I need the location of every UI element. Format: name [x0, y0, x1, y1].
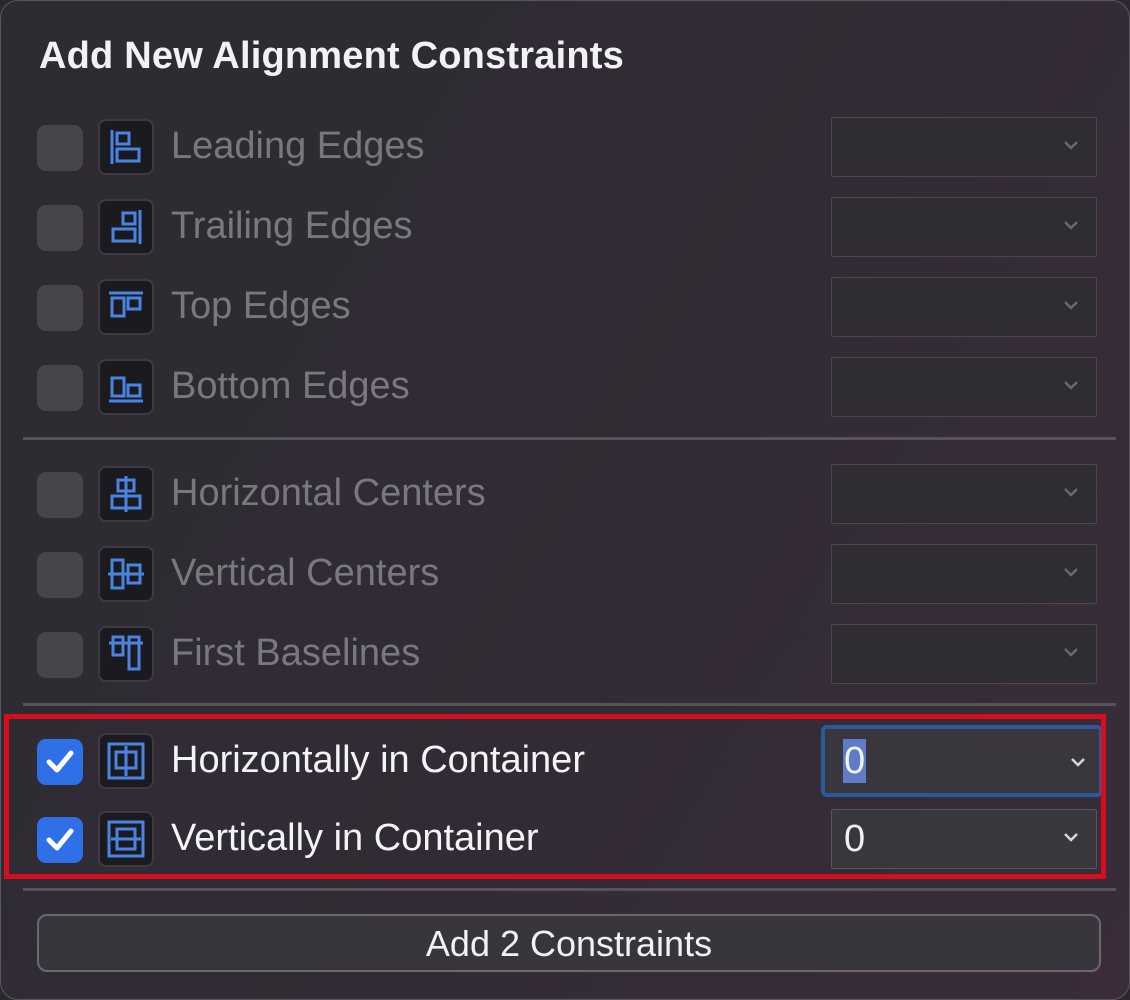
constraint-row-trailing-edges: Trailing Edges: [1, 197, 1129, 261]
trailing-edges-dropdown[interactable]: [831, 197, 1097, 257]
bottom-edges-checkbox[interactable]: [37, 365, 83, 411]
top-edges-label: Top Edges: [171, 285, 351, 327]
first-baselines-dropdown[interactable]: [831, 624, 1097, 684]
constraint-row-bottom-edges: Bottom Edges: [1, 357, 1129, 421]
trailing-edges-label: Trailing Edges: [171, 205, 413, 247]
constraint-row-leading-edges: Leading Edges: [1, 117, 1129, 181]
horizontal-centers-label: Horizontal Centers: [171, 472, 486, 514]
section-divider: [23, 703, 1116, 706]
vertical-centers-dropdown[interactable]: [831, 544, 1097, 604]
panel-title: Add New Alignment Constraints: [39, 35, 624, 77]
horizontal-centers-checkbox[interactable]: [37, 472, 83, 518]
vertical-centers-icon: [98, 546, 154, 602]
bottom-edges-icon: [98, 359, 154, 415]
leading-edges-icon: [98, 119, 154, 175]
highlight-box: [4, 714, 1106, 879]
vertical-centers-label: Vertical Centers: [171, 552, 440, 594]
top-edges-dropdown[interactable]: [831, 277, 1097, 337]
first-baselines-icon: [98, 626, 154, 682]
chevron-down-icon: [1064, 221, 1078, 230]
chevron-down-icon: [1064, 568, 1078, 577]
leading-edges-dropdown[interactable]: [831, 117, 1097, 177]
constraint-row-top-edges: Top Edges: [1, 277, 1129, 341]
leading-edges-label: Leading Edges: [171, 125, 425, 167]
section-divider: [23, 437, 1116, 440]
add-constraints-button[interactable]: Add 2 Constraints: [37, 914, 1101, 972]
chevron-down-icon: [1064, 301, 1078, 310]
horizontal-centers-icon: [98, 466, 154, 522]
trailing-edges-checkbox[interactable]: [37, 205, 83, 251]
bottom-edges-dropdown[interactable]: [831, 357, 1097, 417]
leading-edges-checkbox[interactable]: [37, 125, 83, 171]
chevron-down-icon: [1064, 488, 1078, 497]
chevron-down-icon: [1064, 141, 1078, 150]
constraint-row-horizontal-centers: Horizontal Centers: [1, 464, 1129, 528]
section-divider: [23, 888, 1116, 891]
alignment-constraints-panel: Add New Alignment Constraints Leading Ed…: [0, 0, 1130, 1000]
vertical-centers-checkbox[interactable]: [37, 552, 83, 598]
chevron-down-icon: [1064, 381, 1078, 390]
chevron-down-icon: [1064, 648, 1078, 657]
constraint-row-first-baselines: First Baselines: [1, 624, 1129, 688]
trailing-edges-icon: [98, 199, 154, 255]
first-baselines-checkbox[interactable]: [37, 632, 83, 678]
top-edges-icon: [98, 279, 154, 335]
horizontal-centers-dropdown[interactable]: [831, 464, 1097, 524]
first-baselines-label: First Baselines: [171, 632, 421, 674]
top-edges-checkbox[interactable]: [37, 285, 83, 331]
constraint-row-vertical-centers: Vertical Centers: [1, 544, 1129, 608]
bottom-edges-label: Bottom Edges: [171, 365, 410, 407]
